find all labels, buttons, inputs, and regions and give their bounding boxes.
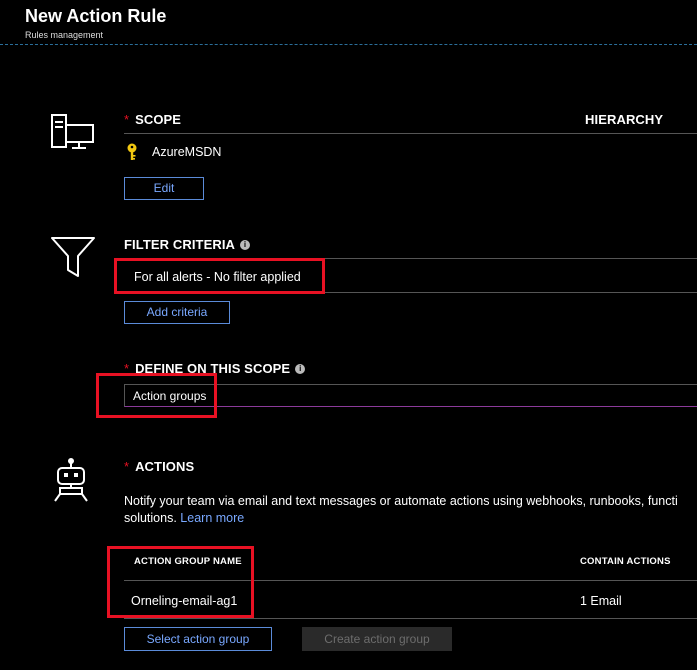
computer-icon: [49, 112, 97, 152]
scope-divider: [124, 133, 697, 134]
required-mark: *: [124, 459, 130, 474]
filter-heading: FILTER CRITERIA i: [124, 236, 251, 254]
info-icon[interactable]: i: [240, 239, 251, 250]
add-criteria-button[interactable]: Add criteria: [124, 301, 230, 324]
scope-resource-name[interactable]: AzureMSDN: [152, 145, 221, 159]
robot-icon: [52, 457, 92, 503]
define-highlight-box: [96, 373, 217, 418]
filter-label: FILTER CRITERIA: [124, 237, 236, 252]
filter-highlight-box: [114, 258, 325, 294]
info-icon[interactable]: i: [295, 363, 306, 374]
actions-description-line1: Notify your team via email and text mess…: [124, 494, 678, 508]
actions-heading: * ACTIONS: [124, 458, 194, 476]
create-action-group-button[interactable]: Create action group: [302, 627, 452, 651]
table-divider-bottom: [124, 618, 697, 619]
required-mark: *: [124, 112, 130, 127]
edit-scope-button[interactable]: Edit: [124, 177, 204, 200]
table-cell-contain-actions: 1 Email: [580, 594, 622, 608]
filter-icon: [50, 236, 96, 278]
page-title: New Action Rule: [25, 6, 167, 26]
hierarchy-label: HIERARCHY: [585, 112, 664, 127]
select-action-group-button[interactable]: Select action group: [124, 627, 272, 651]
scope-label: SCOPE: [135, 112, 182, 127]
page-subtitle: Rules management: [25, 30, 104, 40]
header-divider: [0, 44, 697, 45]
column-header-contain-actions[interactable]: CONTAIN ACTIONS: [580, 556, 671, 567]
actions-description-line2-wrap: solutions. Learn more: [124, 511, 244, 525]
action-group-highlight-box: [107, 546, 254, 618]
learn-more-link[interactable]: Learn more: [180, 511, 244, 525]
key-icon: [126, 143, 138, 166]
actions-label: ACTIONS: [135, 459, 195, 474]
scope-heading: * SCOPE: [124, 111, 181, 129]
actions-description-line2: solutions.: [124, 511, 177, 525]
